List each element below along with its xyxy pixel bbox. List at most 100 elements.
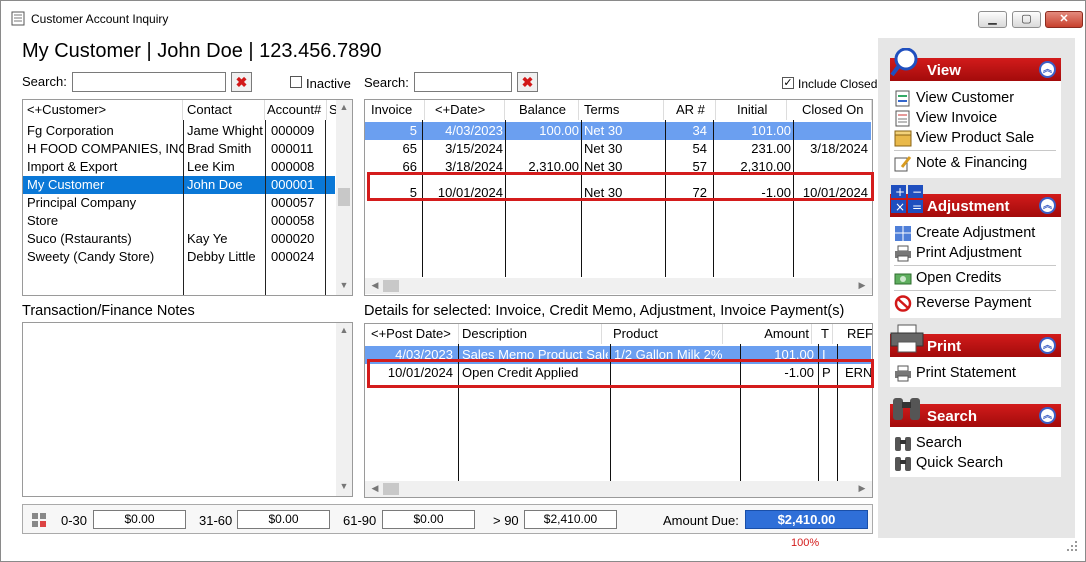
notes-vertical-scrollbar[interactable]: ▲ ▼ [336, 323, 352, 496]
notes-title: Transaction/Finance Notes [22, 303, 195, 319]
scroll-up-icon[interactable]: ▲ [336, 102, 352, 112]
minimize-button[interactable]: ▁ [978, 11, 1007, 28]
print-panel-title: Print [927, 338, 962, 355]
binoculars-icon [895, 457, 911, 471]
collapse-chevron-icon[interactable]: ︽ [1039, 197, 1056, 214]
invoice-number-cell: 65 [402, 141, 417, 156]
include-closed-checkbox[interactable]: ✓ [782, 77, 794, 89]
inactive-checkbox[interactable] [290, 76, 302, 88]
details-title: Details for selected: Invoice, Credit Me… [364, 303, 845, 319]
invoice-horizontal-scrollbar[interactable]: ◀ ▶ [365, 278, 872, 294]
binoculars-icon [893, 398, 920, 420]
svg-text:=: = [912, 200, 922, 214]
view-panel: View ︽ View Customer View Invoice View P… [890, 48, 1061, 178]
scroll-up-icon[interactable]: ▲ [336, 325, 352, 335]
create-adjustment-label: Create Adjustment [916, 225, 1036, 241]
minimize-icon: ▁ [988, 13, 997, 25]
invoice-initial-cell: 231.00 [751, 141, 791, 156]
maximize-icon: ▢ [1021, 13, 1032, 25]
calculator-icon[interactable] [31, 512, 47, 528]
customer-contact-cell: Kay Ye [187, 231, 228, 246]
col-post-date[interactable]: <+Post Date> [371, 324, 459, 344]
title-bar: Customer Account Inquiry ▁ ▢ ✕ [1, 1, 1085, 35]
collapse-chevron-icon[interactable]: ︽ [1039, 61, 1056, 78]
reverse-payment-label: Reverse Payment [916, 295, 1032, 311]
invoice-closed-cell: 3/18/2024 [810, 141, 868, 156]
svg-text:×: × [895, 200, 905, 214]
notes-textarea[interactable]: ▲ ▼ [22, 322, 353, 497]
invoice-initial-cell: 101.00 [751, 123, 791, 138]
col-initial[interactable]: Initial [737, 100, 787, 120]
amount-due-label: Amount Due: [663, 513, 739, 528]
aging-bar: 0-30 $0.00 31-60 $0.00 61-90 $0.00 > 90 … [22, 504, 873, 534]
col-ref[interactable]: REF [847, 324, 872, 344]
clear-invoice-search-button[interactable]: ✖ [517, 72, 538, 92]
customer-search-input[interactable] [72, 72, 226, 92]
close-icon: ✕ [1059, 13, 1069, 25]
scroll-left-icon[interactable]: ◀ [367, 280, 383, 291]
age-0-30-value: $0.00 [93, 510, 186, 529]
invoice-date-cell: 3/15/2024 [445, 141, 503, 156]
amount-due-value: $2,410.00 [745, 510, 868, 529]
col-date[interactable]: <+Date> [435, 100, 505, 120]
app-document-icon [11, 11, 25, 26]
customer-account-cell: 000024 [271, 249, 315, 264]
age-61-90-label: 61-90 [343, 513, 377, 528]
col-t[interactable]: T [821, 324, 833, 344]
age-31-60-value: $0.00 [237, 510, 330, 529]
customer-account-cell: 000011 [271, 141, 314, 156]
col-contact[interactable]: Contact [187, 100, 265, 120]
details-horizontal-scrollbar[interactable]: ◀ ▶ [365, 481, 872, 497]
search-panel: Search ︽ Search Quick Search [890, 398, 1061, 477]
col-balance[interactable]: Balance [519, 100, 579, 120]
customer-contact-cell: Jame Whight [187, 123, 263, 138]
close-window-button[interactable]: ✕ [1045, 11, 1083, 28]
resize-grip-icon[interactable] [1066, 540, 1078, 552]
svg-text:−: − [912, 185, 922, 199]
scroll-right-icon[interactable]: ▶ [854, 280, 870, 291]
invoice-balance-cell: 100.00 [539, 123, 579, 138]
scroll-thumb[interactable] [383, 280, 399, 292]
col-account[interactable]: Account# [267, 100, 327, 120]
age-0-30-label: 0-30 [61, 513, 88, 528]
age-90-value: $2,410.00 [524, 510, 617, 529]
customer-account-cell: 000058 [271, 213, 315, 228]
binoculars-icon [895, 437, 911, 451]
customer-contact-cell [187, 194, 265, 212]
customer-name-cell: Principal Company [27, 195, 137, 210]
window-title: Customer Account Inquiry [31, 12, 169, 26]
scroll-right-icon[interactable]: ▶ [854, 483, 870, 494]
col-ar[interactable]: AR # [676, 100, 716, 120]
scroll-down-icon[interactable]: ▼ [336, 280, 352, 290]
col-product[interactable]: Product [613, 324, 723, 344]
col-closed-on[interactable]: Closed On [802, 100, 872, 120]
clear-x-icon: ✖ [521, 74, 534, 90]
col-terms[interactable]: Terms [584, 100, 664, 120]
maximize-button[interactable]: ▢ [1012, 11, 1041, 28]
scroll-left-icon[interactable]: ◀ [367, 483, 383, 494]
clear-customer-search-button[interactable]: ✖ [231, 72, 252, 92]
scroll-thumb[interactable] [383, 483, 399, 495]
col-invoice[interactable]: Invoice [371, 100, 425, 120]
scroll-thumb[interactable] [338, 188, 350, 206]
customer-name-cell: Store [27, 213, 59, 228]
invoice-search-input[interactable] [414, 72, 512, 92]
customer-name-cell: Import & Export [27, 159, 118, 174]
quick-search-label: Quick Search [916, 455, 1004, 471]
note-pencil-icon [894, 156, 912, 172]
invoice-closed-cell [795, 122, 868, 140]
invoice-date-cell: 4/03/2023 [445, 123, 503, 138]
collapse-chevron-icon[interactable]: ︽ [1039, 407, 1056, 424]
collapse-chevron-icon[interactable]: ︽ [1039, 337, 1056, 354]
col-customer[interactable]: <+Customer> [27, 100, 183, 120]
magnifier-icon [890, 48, 918, 77]
print-adjustment-label: Print Adjustment [916, 245, 1022, 261]
col-description[interactable]: Description [462, 324, 602, 344]
view-product-sale-label: View Product Sale [916, 130, 1035, 146]
scroll-down-icon[interactable]: ▼ [336, 481, 352, 491]
col-amount[interactable]: Amount [742, 324, 812, 344]
customer-card-icon [895, 90, 910, 107]
customer-vertical-scrollbar[interactable]: ▲ ▼ [336, 100, 352, 295]
invoice-balance-cell [507, 140, 579, 158]
customer-account-cell: 000057 [271, 195, 315, 210]
